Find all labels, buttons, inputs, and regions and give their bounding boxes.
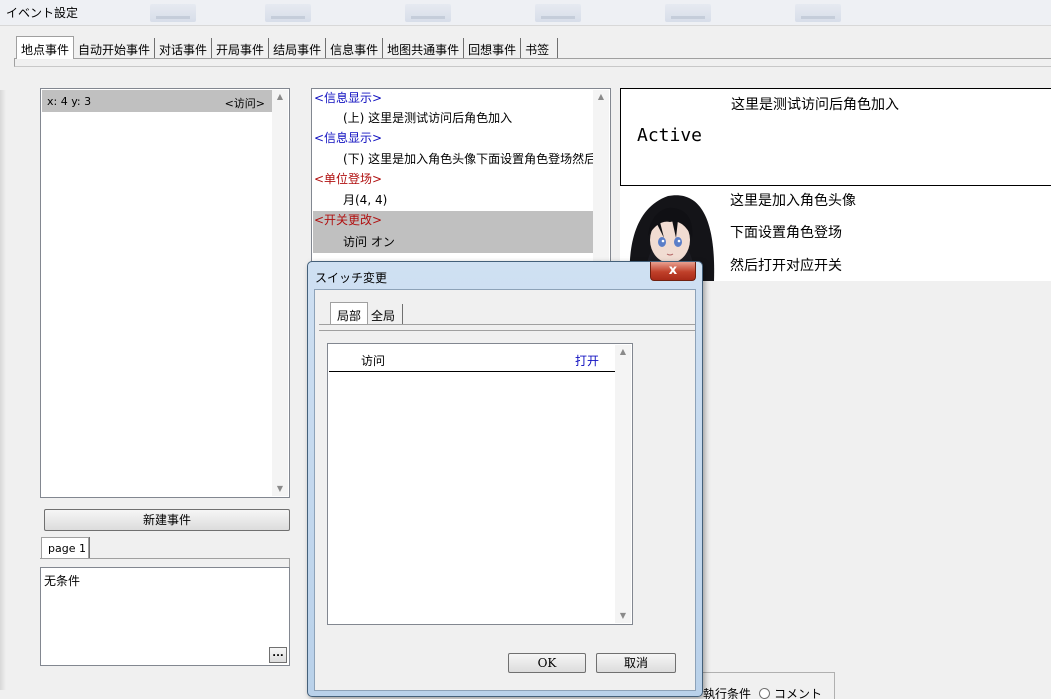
toolbar-ghost-icon [405, 4, 451, 22]
preview-bottom-line: 然后打开对应开关 [730, 258, 842, 274]
condition-box[interactable]: 无条件 ... [40, 567, 290, 666]
toolbar-ghost-icon [665, 4, 711, 22]
tab-global[interactable]: 全局 [368, 304, 404, 324]
event-type-tabs: 地点事件 自动开始事件 对话事件 开局事件 结局事件 信息事件 地图共通事件 回… [16, 36, 559, 59]
command-list-scrollbar[interactable]: ▲ [593, 90, 609, 266]
scroll-down-icon[interactable]: ▼ [272, 482, 288, 496]
window-title: イベント設定 [6, 6, 79, 20]
preview-top-message: 这里是测试访问后角色加入 [731, 97, 899, 113]
switch-value: 打开 [574, 354, 599, 368]
command-type-group: 執行条件 コメント [703, 672, 835, 699]
scroll-down-icon[interactable]: ▼ [615, 609, 631, 623]
tab-dialogue-event[interactable]: 对话事件 [155, 38, 213, 58]
switch-change-dialog: スイッチ変更 x 局部 全局 访问 打开 ▲ ▼ OK 取消 [307, 261, 703, 697]
command-item[interactable]: <信息显示> [313, 89, 593, 109]
page-tab-border [40, 558, 290, 567]
condition-more-button[interactable]: ... [269, 647, 287, 663]
command-item[interactable]: (上) 这里是测试访问后角色加入 [313, 109, 593, 129]
switch-row[interactable]: 访问 打开 [329, 345, 615, 372]
preview-active-label: Active [637, 125, 703, 146]
message-preview-top: 这里是测试访问后角色加入 Active [620, 88, 1051, 186]
tab-opening-event[interactable]: 开局事件 [212, 38, 270, 58]
tab-recall-event[interactable]: 回想事件 [464, 38, 522, 58]
new-event-button[interactable]: 新建事件 [44, 509, 290, 531]
condition-text: 无条件 [44, 574, 81, 588]
exec-condition-label[interactable]: 執行条件 [703, 687, 751, 699]
event-list-item[interactable]: x: 4 y: 3 <访问> [42, 90, 273, 112]
cancel-button[interactable]: 取消 [596, 653, 676, 673]
command-item[interactable]: <单位登场> [313, 170, 593, 190]
page-tab-divider [89, 537, 90, 558]
command-item-selected[interactable]: <开关更改> [313, 211, 593, 231]
ok-button[interactable]: OK [508, 653, 586, 673]
command-item[interactable]: <信息显示> [313, 129, 593, 149]
event-list-scrollbar[interactable]: ▲ ▼ [272, 90, 288, 496]
command-item[interactable]: (下) 这里是加入角色头像下面设置角色登场然后 [313, 150, 593, 170]
tab-panel-border [14, 58, 1051, 67]
window-edge [0, 90, 6, 690]
dialog-body: 局部 全局 访问 打开 ▲ ▼ OK 取消 [314, 289, 696, 691]
tab-auto-start-event[interactable]: 自动开始事件 [74, 38, 156, 58]
event-list[interactable]: x: 4 y: 3 <访问> ▲ ▼ [40, 88, 290, 498]
toolbar-ghost-icon [150, 4, 196, 22]
comment-radio[interactable] [759, 688, 771, 699]
dialog-tab-border [319, 324, 695, 331]
tab-ending-event[interactable]: 结局事件 [269, 38, 327, 58]
event-tag: <访问> [224, 97, 265, 110]
dialog-title: スイッチ変更 [315, 271, 388, 285]
toolbar-ghost-icon [265, 4, 311, 22]
toolbar-ghost-icon [535, 4, 581, 22]
switch-list-scrollbar[interactable]: ▲ ▼ [615, 345, 631, 623]
preview-bottom-line: 下面设置角色登场 [730, 225, 842, 241]
preview-bottom-line: 这里是加入角色头像 [730, 193, 856, 209]
scroll-up-icon[interactable]: ▲ [272, 90, 288, 104]
close-icon[interactable]: x [650, 262, 696, 281]
command-list[interactable]: <信息显示> (上) 这里是测试访问后角色加入 <信息显示> (下) 这里是加入… [311, 88, 611, 268]
toolbar-ghost-icon [795, 4, 841, 22]
tab-bookmark[interactable]: 书签 [521, 38, 559, 58]
tab-local[interactable]: 局部 [330, 302, 369, 325]
tab-info-event[interactable]: 信息事件 [326, 38, 384, 58]
page-tab[interactable]: page 1 [41, 537, 89, 559]
scroll-up-icon[interactable]: ▲ [593, 90, 609, 104]
switch-name: 访问 [361, 354, 386, 368]
event-coords: x: 4 y: 3 [47, 95, 92, 108]
command-item[interactable]: 月(4, 4) [313, 191, 593, 211]
command-type-options: 執行条件 コメント [703, 685, 822, 699]
comment-label[interactable]: コメント [774, 687, 822, 699]
command-item-selected[interactable]: 访问 オン [313, 231, 593, 253]
tab-location-event[interactable]: 地点事件 [16, 36, 75, 59]
scroll-up-icon[interactable]: ▲ [615, 345, 631, 359]
title-bar: イベント設定 [0, 0, 1051, 26]
tab-map-common-event[interactable]: 地图共通事件 [383, 38, 465, 58]
switch-scope-tabs: 局部 全局 [330, 302, 404, 325]
switch-list[interactable]: 访问 打开 ▲ ▼ [327, 343, 633, 625]
